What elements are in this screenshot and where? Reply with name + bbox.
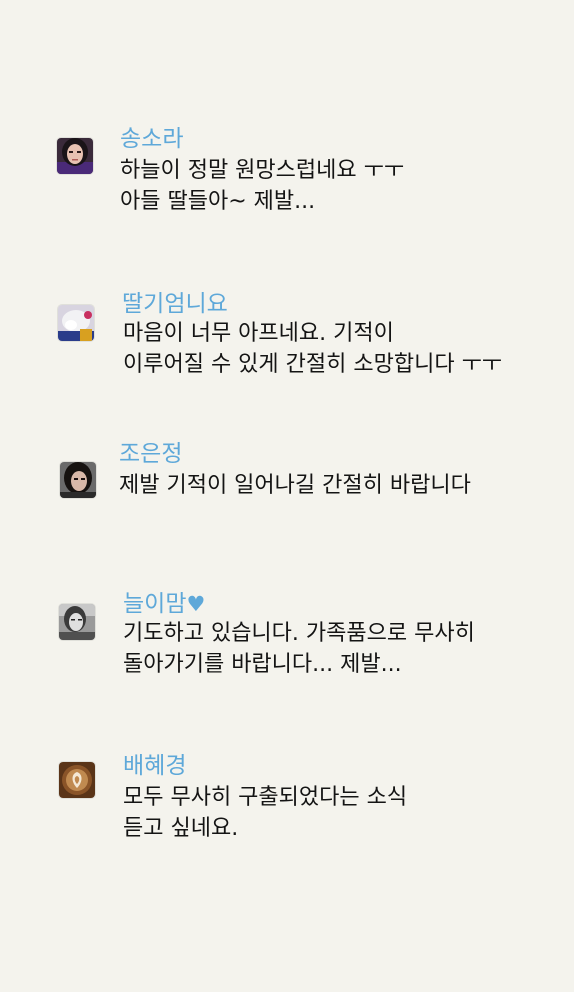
avatar[interactable] [58,305,94,341]
comment-text-line: 마음이 너무 아프네요. 기적이 [123,321,394,346]
heart-icon: ♥ [186,592,206,616]
comment-text-line: 기도하고 있습니다. 가족품으로 무사히 [123,621,475,646]
comment-author[interactable]: 배혜경 [123,752,186,780]
comment-page: { "comments": [ { "author": "송소라", "line… [0,0,574,992]
avatar[interactable] [59,604,95,640]
comment-text-line: 돌아가기를 바랍니다... 제발... [123,652,402,677]
comment-author[interactable]: 조은정 [119,440,182,468]
comment-text-line: 듣고 싶네요. [123,816,239,841]
comment-author[interactable]: 송소라 [120,125,183,153]
comment-author[interactable]: 늘이맘♥ [123,590,205,618]
comment-text-line: 하늘이 정말 원망스럽네요 ㅜㅜ [120,158,405,183]
comment-text-line: 제발 기적이 일어나길 간절히 바랍니다 [119,473,471,498]
avatar[interactable] [59,762,95,798]
comment-author[interactable]: 딸기엄니요 [122,290,228,318]
comment-text: 제발 기적이 일어나길 간절히 바랍니다 [119,470,471,501]
comment-text-line: 아들 딸들아~ 제발... [120,189,316,214]
comment-text: 모두 무사히 구출되었다는 소식 듣고 싶네요. [123,782,407,844]
comment-text: 하늘이 정말 원망스럽네요 ㅜㅜ 아들 딸들아~ 제발... [120,155,404,217]
comment-text-line: 모두 무사히 구출되었다는 소식 [123,785,408,810]
comment-text: 마음이 너무 아프네요. 기적이 이루어질 수 있게 간절히 소망합니다 ㅜㅜ [123,318,502,380]
comment-text-line: 이루어질 수 있게 간절히 소망합니다 ㅜㅜ [123,352,503,377]
author-name-text: 늘이맘 [123,591,187,617]
comment-text: 기도하고 있습니다. 가족품으로 무사히 돌아가기를 바랍니다... 제발... [123,618,475,680]
avatar[interactable] [60,462,96,498]
avatar[interactable] [57,138,93,174]
